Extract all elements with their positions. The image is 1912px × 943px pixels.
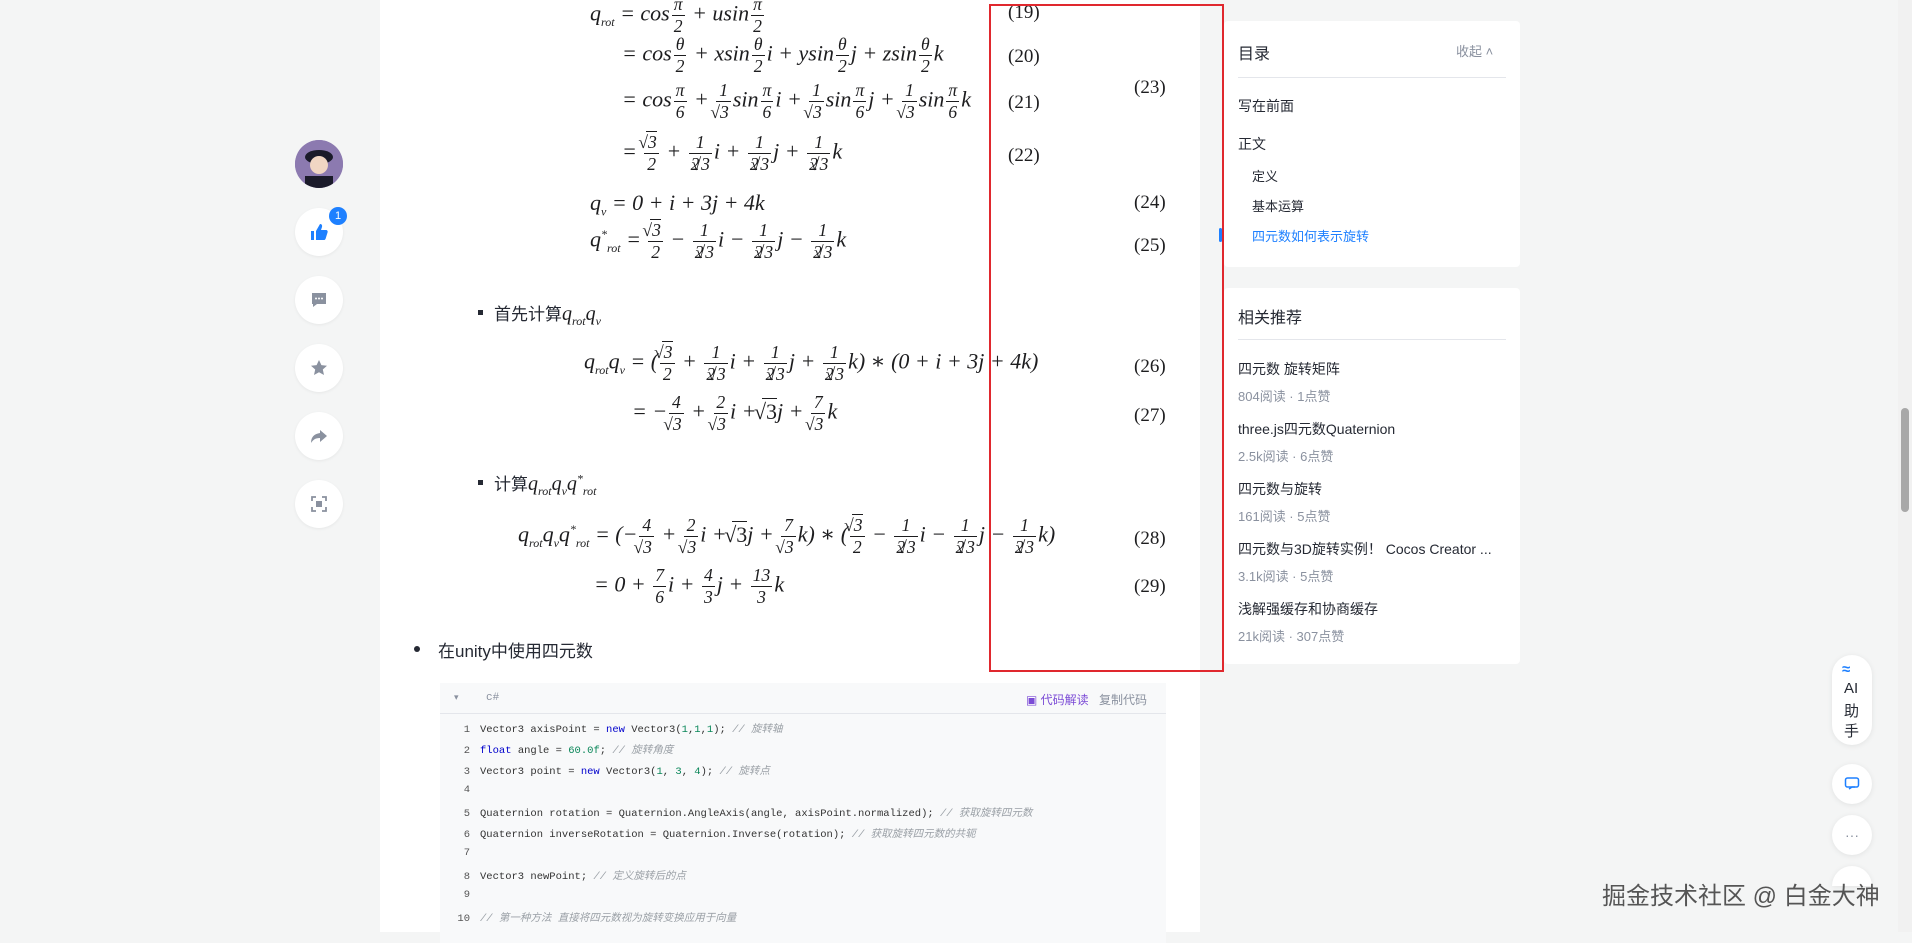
recommend-item-meta: 3.1k阅读 · 5点赞 bbox=[1238, 569, 1334, 584]
fullscreen-icon bbox=[311, 496, 327, 512]
line-number: 10 bbox=[457, 913, 470, 925]
list-item: 计算qrotqvq*rot bbox=[494, 471, 597, 498]
like-count-badge: 1 bbox=[329, 207, 347, 225]
share-icon bbox=[311, 430, 327, 443]
line-number: 3 bbox=[463, 766, 470, 778]
toc-item[interactable]: 定义 bbox=[1252, 166, 1278, 185]
watermark: 掘金技术社区 @ 白金大神 bbox=[1602, 883, 1880, 910]
code-line: 6 Quaternion inverseRotation = Quaternion… bbox=[440, 826, 976, 847]
code-line: 5 Quaternion rotation = Quaternion.AngleA… bbox=[440, 805, 1033, 826]
chevron-up-icon: ˄ bbox=[1485, 44, 1494, 59]
feedback-button[interactable] bbox=[1832, 764, 1872, 804]
scrollbar-thumb[interactable] bbox=[1901, 408, 1909, 512]
line-number: 6 bbox=[463, 829, 470, 841]
toc-item[interactable]: 写在前面 bbox=[1238, 96, 1294, 116]
toc-collapse-button[interactable]: 收起 ˄ bbox=[1456, 41, 1493, 60]
equation-28: qrotqvq*rot = (−43 + 23i + 3j + 73k) ∗ (… bbox=[518, 514, 1055, 558]
code-line: 2 float angle = 60.0f; // 旋转角度 bbox=[440, 742, 674, 763]
divider bbox=[1238, 77, 1506, 78]
equation-25: q*rot = 32 − 123i − 123j − 123k bbox=[590, 219, 846, 263]
favorite-button[interactable] bbox=[295, 344, 343, 392]
code-line: 9 bbox=[440, 889, 480, 910]
line-number: 2 bbox=[463, 745, 470, 757]
code-line: 1 Vector3 axisPoint = new Vector3(1,1,1);… bbox=[440, 721, 783, 742]
thumbs-up-icon bbox=[311, 224, 328, 240]
recommend-title: 相关推荐 bbox=[1238, 310, 1303, 327]
line-number: 8 bbox=[463, 871, 470, 883]
line-number: 7 bbox=[463, 847, 470, 859]
equation-21: = cosπ6 + 13sinπ6i + 13sinπ6j + 13sinπ6k bbox=[622, 80, 971, 123]
line-number: 9 bbox=[463, 889, 470, 901]
chat-icon bbox=[1844, 777, 1860, 790]
recommend-item-title[interactable]: three.js四元数Quaternion bbox=[1238, 419, 1508, 439]
recommend-item-title[interactable]: 四元数 旋转矩阵 bbox=[1238, 359, 1508, 379]
comment-button[interactable] bbox=[295, 276, 343, 324]
recommend-item-meta: 2.5k阅读 · 6点赞 bbox=[1238, 449, 1334, 464]
code-line: 4 bbox=[440, 784, 480, 805]
code-line: 7 bbox=[440, 847, 480, 868]
list-item: 在unity中使用四元数 bbox=[438, 642, 593, 661]
recommend-item-title[interactable]: 四元数与3D旋转实例！ Cocos Creator ... bbox=[1238, 539, 1508, 559]
ai-logo-icon: ≈ bbox=[1842, 661, 1851, 678]
equation-26: qrotqv = (32 + 123i + 123j + 123k) ∗ (0 … bbox=[584, 341, 1038, 385]
list-bullet bbox=[478, 310, 483, 315]
toc-item[interactable]: 正文 bbox=[1238, 134, 1266, 154]
list-bullet bbox=[478, 480, 483, 485]
ai-label: AI bbox=[1844, 680, 1859, 697]
highlight-box bbox=[989, 4, 1224, 672]
equation-24: qv = 0 + i + 3j + 4k bbox=[590, 190, 765, 219]
code-language: c# bbox=[486, 692, 500, 704]
more-icon: ··· bbox=[1845, 827, 1859, 843]
recommend-card: 相关推荐 四元数 旋转矩阵 804阅读 · 1点赞 three.js四元数Qua… bbox=[1224, 288, 1520, 664]
recommend-item-meta: 21k阅读 · 307点赞 bbox=[1238, 629, 1345, 644]
share-button[interactable] bbox=[295, 412, 343, 460]
toc-card: 目录 收起 ˄ 写在前面 正文 定义 基本运算 四元数如何表示旋转 bbox=[1224, 21, 1520, 267]
line-number: 4 bbox=[463, 784, 470, 796]
recommend-item-meta: 161阅读 · 5点赞 bbox=[1238, 509, 1331, 524]
code-header: ▾ c# ▣ 代码解读 复制代码 bbox=[440, 683, 1166, 714]
equation-19: qrot = cos π 2 + usin π 2 bbox=[590, 0, 766, 37]
code-line: 10// 第一种方法 直接将四元数视为旋转变换应用于向量 bbox=[440, 910, 736, 931]
recommend-item-meta: 804阅读 · 1点赞 bbox=[1238, 389, 1331, 404]
author-avatar[interactable] bbox=[295, 140, 343, 188]
focus-mode-button[interactable] bbox=[295, 480, 343, 528]
divider bbox=[1238, 339, 1506, 340]
line-number: 1 bbox=[463, 724, 470, 736]
more-button[interactable]: ··· bbox=[1832, 815, 1872, 855]
recommend-item-title[interactable]: 浅解强缓存和协商缓存 bbox=[1238, 599, 1508, 619]
code-block: ▾ c# ▣ 代码解读 复制代码 1 Vector3 axisPoint = ne… bbox=[440, 683, 1166, 943]
code-line: 8 Vector3 newPoint; // 定义旋转后的点 bbox=[440, 868, 686, 889]
toc-active-marker bbox=[1219, 228, 1222, 242]
equation-29: = 0 + 76i + 43j + 13 3 k bbox=[594, 565, 785, 607]
collapse-caret-icon[interactable]: ▾ bbox=[454, 692, 459, 703]
equation-22: = 32 + 123i + 123j + 123k bbox=[622, 131, 842, 175]
code-explain-button[interactable]: ▣ 代码解读 bbox=[1026, 691, 1089, 708]
line-number: 5 bbox=[463, 808, 470, 820]
toc-title: 目录 bbox=[1238, 46, 1271, 63]
list-bullet bbox=[414, 646, 420, 652]
equation-20: = cos θ 2 + xsin θ 2 i + ysin θ 2 j + zsin θ 2 k bbox=[622, 34, 944, 76]
equation-27: = −43 + 23i + 3j + 73k bbox=[632, 392, 837, 435]
toc-item-active[interactable]: 四元数如何表示旋转 bbox=[1252, 226, 1369, 245]
ai-assistant-button[interactable]: ≈ AI 助 手 bbox=[1832, 655, 1872, 745]
toc-item[interactable]: 基本运算 bbox=[1252, 196, 1304, 215]
ai-label: 助 bbox=[1844, 703, 1860, 720]
recommend-item-title[interactable]: 四元数与旋转 bbox=[1238, 479, 1508, 499]
star-icon bbox=[311, 360, 327, 375]
copy-code-button[interactable]: 复制代码 bbox=[1099, 691, 1147, 708]
ai-label: 手 bbox=[1844, 723, 1860, 740]
code-line: 3 Vector3 point = new Vector3(1, 3, 4); /… bbox=[440, 763, 770, 784]
comment-icon bbox=[312, 293, 326, 307]
list-item: 首先计算qrotqv bbox=[494, 303, 601, 328]
